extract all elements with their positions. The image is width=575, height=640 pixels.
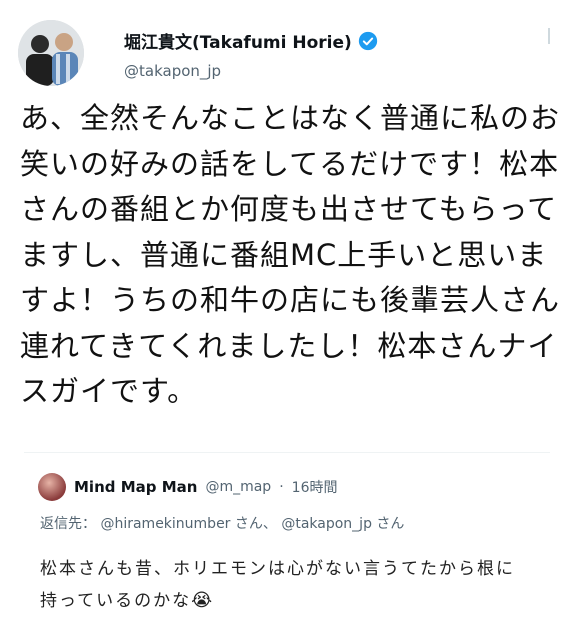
replying-to: 返信先： @hiramekinumber さん、 @takapon_jp さん [40,513,404,533]
author-handle[interactable]: @takapon_jp [124,62,221,80]
reply-mention-2[interactable]: @takapon_jp さん [281,516,404,532]
tweet-card: 堀江貴文(Takafumi Horie) @takapon_jp あ、全然そんな… [0,0,575,640]
quoted-text-body: 松本さんも昔、ホリエモンは心がない言うてたから根に持っているのかな [40,559,515,611]
author-avatar[interactable] [18,20,84,86]
author-name-row: 堀江貴文(Takafumi Horie) [124,28,378,53]
quoted-author-avatar[interactable] [38,473,66,501]
more-options-icon[interactable] [547,28,551,44]
quoted-header: Mind Map Man @m_map · 16時間 [38,473,337,501]
replying-to-label: 返信先： [40,516,96,532]
tweet-text: あ、全然そんなことはなく普通に私のお笑いの好みの話をしてるだけです！松本さんの番… [20,101,561,408]
dot-separator: · [279,479,284,495]
quoted-author-name[interactable]: Mind Map Man [74,478,197,496]
quoted-text: 松本さんも昔、ホリエモンは心がない言うてたから根に持っているのかな😭 [40,553,530,617]
quoted-author-handle[interactable]: @m_map [205,479,271,495]
avatar-photo-icon [18,20,84,86]
author-display-name[interactable]: 堀江貴文(Takafumi Horie) [124,28,352,53]
quoted-time[interactable]: 16時間 [292,477,338,497]
quoted-tweet[interactable]: Mind Map Man @m_map · 16時間 返信先： @hiramek… [24,452,550,631]
tweet-header: 堀江貴文(Takafumi Horie) @takapon_jp [14,14,559,90]
crying-face-icon: 😭 [191,590,215,611]
reply-mention-1[interactable]: @hiramekinumber さん、 [100,516,276,532]
verified-badge-icon [358,31,377,50]
